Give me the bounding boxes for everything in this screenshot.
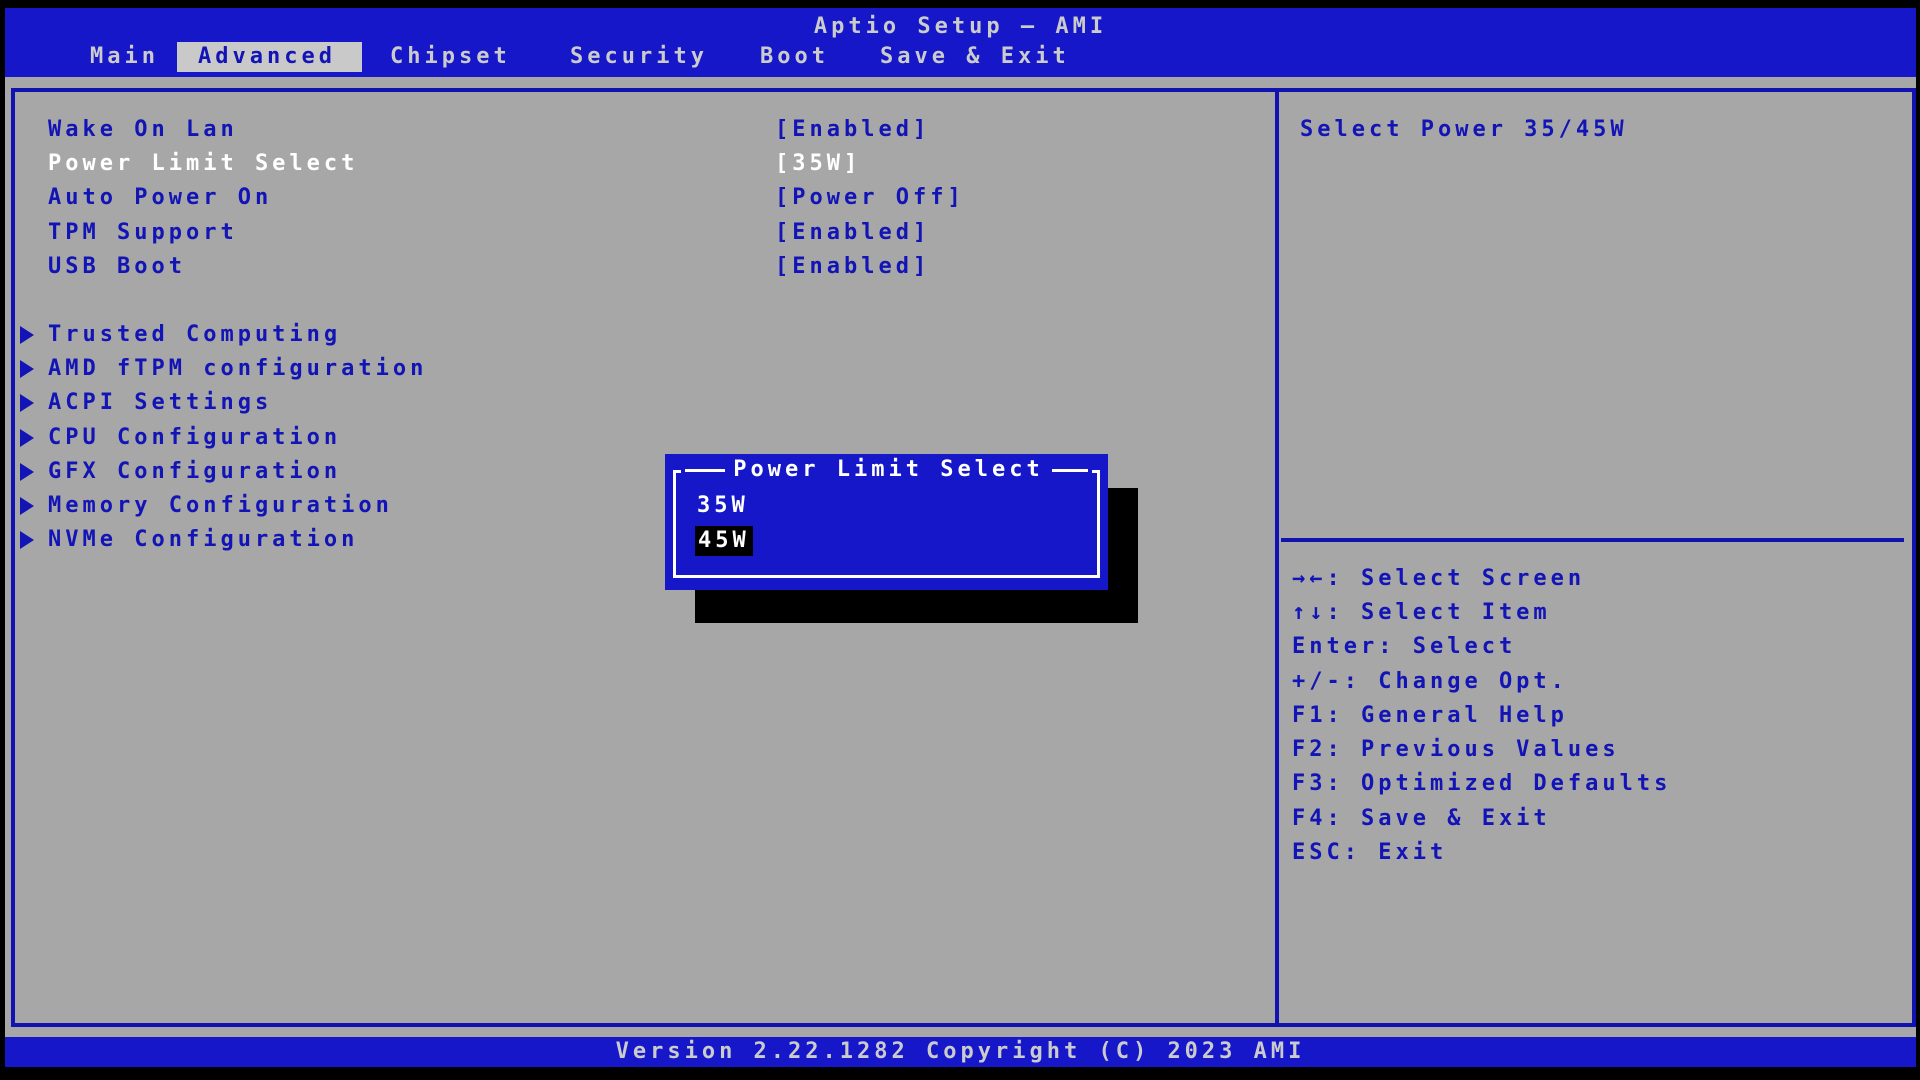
option-value: [Enabled] bbox=[775, 254, 931, 279]
option-label: Wake On Lan bbox=[48, 117, 238, 142]
submenu-label: Trusted Computing bbox=[48, 322, 342, 347]
submenu-arrow-icon bbox=[20, 429, 34, 447]
dialog-title: Power Limit Select bbox=[733, 457, 1044, 482]
submenu-arrow-icon bbox=[20, 394, 34, 412]
title-line-left bbox=[685, 468, 726, 472]
submenu-label: AMD fTPM configuration bbox=[48, 356, 428, 381]
help-description: Select Power 35/45W bbox=[1300, 117, 1628, 142]
title-line-right bbox=[1051, 468, 1088, 472]
option-value: [Enabled] bbox=[775, 220, 931, 245]
bios-setup-screen: Aptio Setup – AMI Main Advanced Chipset … bbox=[0, 0, 1920, 1080]
submenu-arrow-icon bbox=[20, 531, 34, 549]
submenu-label: GFX Configuration bbox=[48, 459, 342, 484]
page-title: Aptio Setup – AMI bbox=[813, 14, 1108, 39]
tab-chipset[interactable]: Chipset bbox=[390, 42, 511, 72]
submenu-arrow-icon bbox=[20, 326, 34, 344]
submenu-cpu-configuration[interactable]: CPU Configuration bbox=[11, 425, 1271, 451]
option-value: [Enabled] bbox=[775, 117, 931, 142]
help-key-select-screen: →←: Select Screen bbox=[1292, 566, 1586, 591]
option-row-usb-boot[interactable]: USB Boot [Enabled] bbox=[11, 254, 1271, 280]
tab-main[interactable]: Main bbox=[90, 42, 159, 72]
submenu-trusted-computing[interactable]: Trusted Computing bbox=[11, 322, 1271, 348]
submenu-label: ACPI Settings bbox=[48, 390, 273, 415]
help-key-select-item: ↑↓: Select Item bbox=[1292, 600, 1551, 625]
submenu-amd-ftpm[interactable]: AMD fTPM configuration bbox=[11, 356, 1271, 382]
help-key-enter-select: Enter: Select bbox=[1292, 634, 1517, 659]
option-label: Auto Power On bbox=[48, 185, 273, 210]
help-panel-divider bbox=[1281, 538, 1904, 542]
panel-vertical-divider bbox=[1275, 88, 1279, 1023]
dialog-border bbox=[673, 470, 1100, 578]
option-row-power-limit-select[interactable]: Power Limit Select [35W] bbox=[11, 151, 1271, 177]
version-text: Version 2.22.1282 Copyright (C) 2023 AMI bbox=[615, 1039, 1306, 1064]
tab-security[interactable]: Security bbox=[570, 42, 708, 72]
help-key-esc-exit: ESC: Exit bbox=[1292, 840, 1448, 865]
dialog-option-35w[interactable]: 35W bbox=[697, 493, 749, 519]
tab-advanced[interactable]: Advanced bbox=[177, 42, 362, 72]
submenu-arrow-icon bbox=[20, 463, 34, 481]
help-key-change-opt: +/-: Change Opt. bbox=[1292, 669, 1568, 694]
option-label: Power Limit Select bbox=[48, 151, 359, 176]
dialog-titlebar: Power Limit Select bbox=[665, 457, 1108, 483]
option-row-tpm-support[interactable]: TPM Support [Enabled] bbox=[11, 220, 1271, 246]
version-bar: Version 2.22.1282 Copyright (C) 2023 AMI bbox=[5, 1037, 1916, 1067]
tab-boot[interactable]: Boot bbox=[760, 42, 829, 72]
help-key-optimized-defaults: F3: Optimized Defaults bbox=[1292, 771, 1672, 796]
option-value: [35W] bbox=[775, 151, 862, 176]
option-label: USB Boot bbox=[48, 254, 186, 279]
submenu-acpi-settings[interactable]: ACPI Settings bbox=[11, 390, 1271, 416]
submenu-label: CPU Configuration bbox=[48, 425, 342, 450]
option-row-auto-power-on[interactable]: Auto Power On [Power Off] bbox=[11, 185, 1271, 211]
submenu-label: NVMe Configuration bbox=[48, 527, 359, 552]
submenu-label: Memory Configuration bbox=[48, 493, 393, 518]
submenu-arrow-icon bbox=[20, 497, 34, 515]
tab-save-exit[interactable]: Save & Exit bbox=[880, 42, 1070, 72]
help-key-save-exit: F4: Save & Exit bbox=[1292, 806, 1551, 831]
dialog-option-45w-selected[interactable]: 45W bbox=[695, 526, 753, 556]
option-row-wake-on-lan[interactable]: Wake On Lan [Enabled] bbox=[11, 117, 1271, 143]
title-bar: Aptio Setup – AMI Main Advanced Chipset … bbox=[5, 8, 1916, 77]
help-key-previous-values: F2: Previous Values bbox=[1292, 737, 1620, 762]
power-limit-select-dialog: Power Limit Select 35W 45W bbox=[665, 454, 1108, 590]
option-value: [Power Off] bbox=[775, 185, 965, 210]
help-key-general-help: F1: General Help bbox=[1292, 703, 1568, 728]
submenu-arrow-icon bbox=[20, 360, 34, 378]
option-label: TPM Support bbox=[48, 220, 238, 245]
